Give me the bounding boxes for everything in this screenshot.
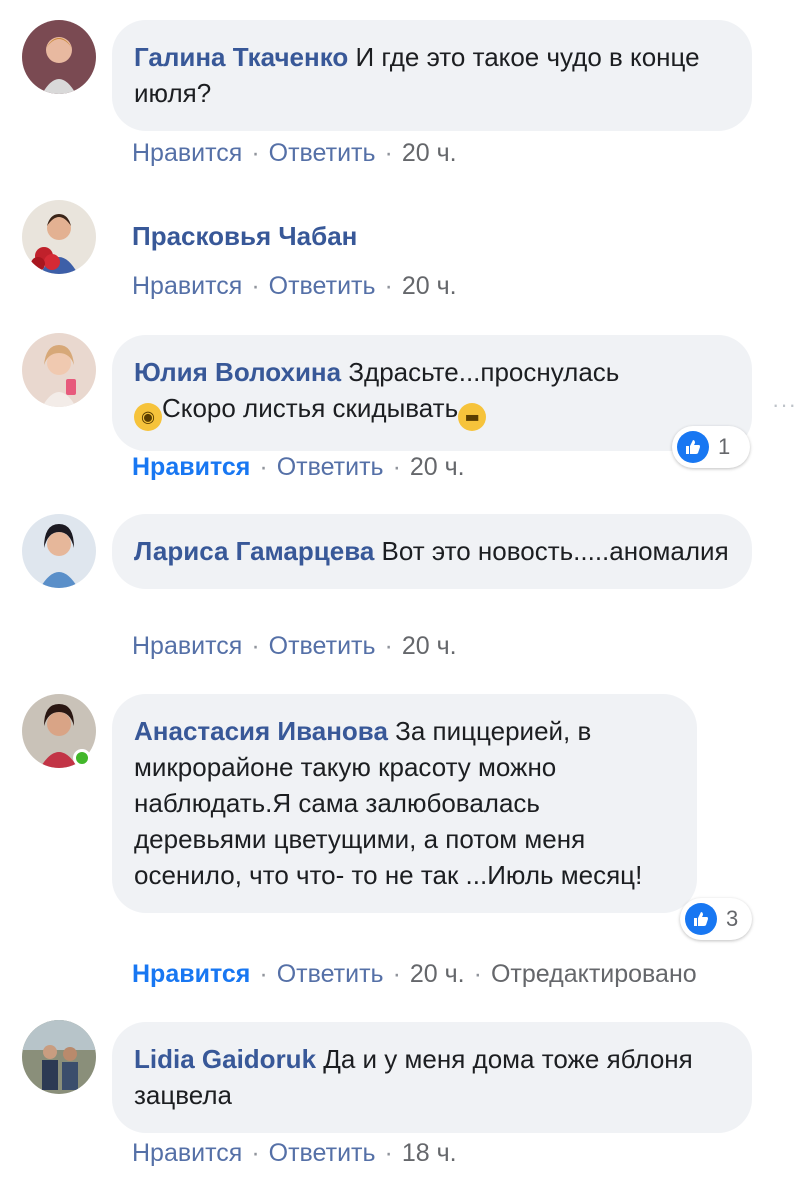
like-link[interactable]: Нравится	[132, 139, 242, 167]
comment-bubble: Лариса Гамарцева Вот это новость.....ано…	[112, 514, 752, 589]
comment-text: Здрасьте...проснулась	[348, 357, 620, 387]
separator: ·	[473, 960, 482, 988]
like-link[interactable]: Нравится	[132, 960, 250, 988]
comment-bubble: Lidia Gaidoruk Да и у меня дома тоже ябл…	[112, 1022, 752, 1133]
comment-author[interactable]: Галина Ткаченко	[134, 42, 348, 72]
comment-bubble: Анастасия Иванова За пиццерией, в микрор…	[112, 694, 697, 913]
comment-text: Скоро листья скидывать	[162, 393, 459, 423]
separator: ·	[392, 960, 401, 988]
thumbs-up-icon	[685, 903, 717, 935]
edited-label[interactable]: Отредактировано	[491, 960, 697, 988]
reply-link[interactable]: Ответить	[277, 960, 384, 988]
comment-author[interactable]: Прасковья Чабан	[132, 218, 357, 254]
avatar[interactable]	[22, 333, 96, 407]
comment-actions: Нравится · Ответить · 20 ч. · Отредактировано	[132, 959, 697, 989]
comment-time[interactable]: 20 ч.	[402, 139, 457, 167]
separator: ·	[251, 272, 260, 300]
reply-link[interactable]: Ответить	[269, 272, 376, 300]
separator: ·	[259, 453, 268, 481]
separator: ·	[251, 632, 260, 660]
separator: ·	[384, 632, 393, 660]
separator: ·	[384, 139, 393, 167]
comment-time[interactable]: 20 ч.	[402, 632, 457, 660]
comment-bubble: Галина Ткаченко И где это такое чудо в к…	[112, 20, 752, 131]
reaction-number: 1	[718, 434, 731, 459]
avatar[interactable]	[22, 200, 96, 274]
reaction-count[interactable]: 3	[680, 898, 752, 940]
online-status-icon	[73, 749, 91, 767]
more-options-icon[interactable]: ···	[772, 392, 797, 418]
comment-actions: Нравится · Ответить · 20 ч.	[132, 452, 465, 482]
reply-link[interactable]: Ответить	[269, 139, 376, 167]
reaction-count[interactable]: 1	[672, 426, 750, 468]
separator: ·	[384, 272, 393, 300]
separator: ·	[251, 1139, 260, 1167]
like-link[interactable]: Нравится	[132, 272, 242, 300]
flushed-face-icon: ◉	[134, 403, 162, 431]
separator: ·	[251, 139, 260, 167]
comment-author[interactable]: Юлия Волохина	[134, 357, 341, 387]
comment-time[interactable]: 20 ч.	[410, 960, 465, 988]
comment-time[interactable]: 18 ч.	[402, 1139, 457, 1167]
reply-link[interactable]: Ответить	[269, 632, 376, 660]
comment-actions: Нравится · Ответить · 20 ч.	[132, 271, 457, 301]
avatar[interactable]	[22, 1020, 96, 1094]
thumbs-up-icon	[677, 431, 709, 463]
avatar[interactable]	[22, 514, 96, 588]
reaction-number: 3	[726, 906, 739, 931]
comment-actions: Нравится · Ответить · 20 ч.	[132, 138, 457, 168]
comment-actions: Нравится · Ответить · 20 ч.	[132, 631, 457, 661]
like-link[interactable]: Нравится	[132, 453, 250, 481]
avatar[interactable]	[22, 20, 96, 94]
comment-author[interactable]: Анастасия Иванова	[134, 716, 388, 746]
like-link[interactable]: Нравится	[132, 1139, 242, 1167]
comment-text: Вот это новость.....аномалия	[381, 536, 729, 566]
comment-bubble: Юлия Волохина Здрасьте...проснулась ◉ Ско…	[112, 335, 752, 451]
comment-time[interactable]: 20 ч.	[410, 453, 465, 481]
comment-author[interactable]: Лариса Гамарцева	[134, 536, 374, 566]
separator: ·	[392, 453, 401, 481]
like-link[interactable]: Нравится	[132, 632, 242, 660]
separator: ·	[259, 960, 268, 988]
reply-link[interactable]: Ответить	[277, 453, 384, 481]
separator: ·	[384, 1139, 393, 1167]
comment-actions: Нравится · Ответить · 18 ч.	[132, 1138, 457, 1168]
grinning-face-icon: ▬	[458, 403, 487, 431]
reply-link[interactable]: Ответить	[269, 1139, 376, 1167]
comment-time[interactable]: 20 ч.	[402, 272, 457, 300]
comment-author[interactable]: Lidia Gaidoruk	[134, 1044, 316, 1074]
